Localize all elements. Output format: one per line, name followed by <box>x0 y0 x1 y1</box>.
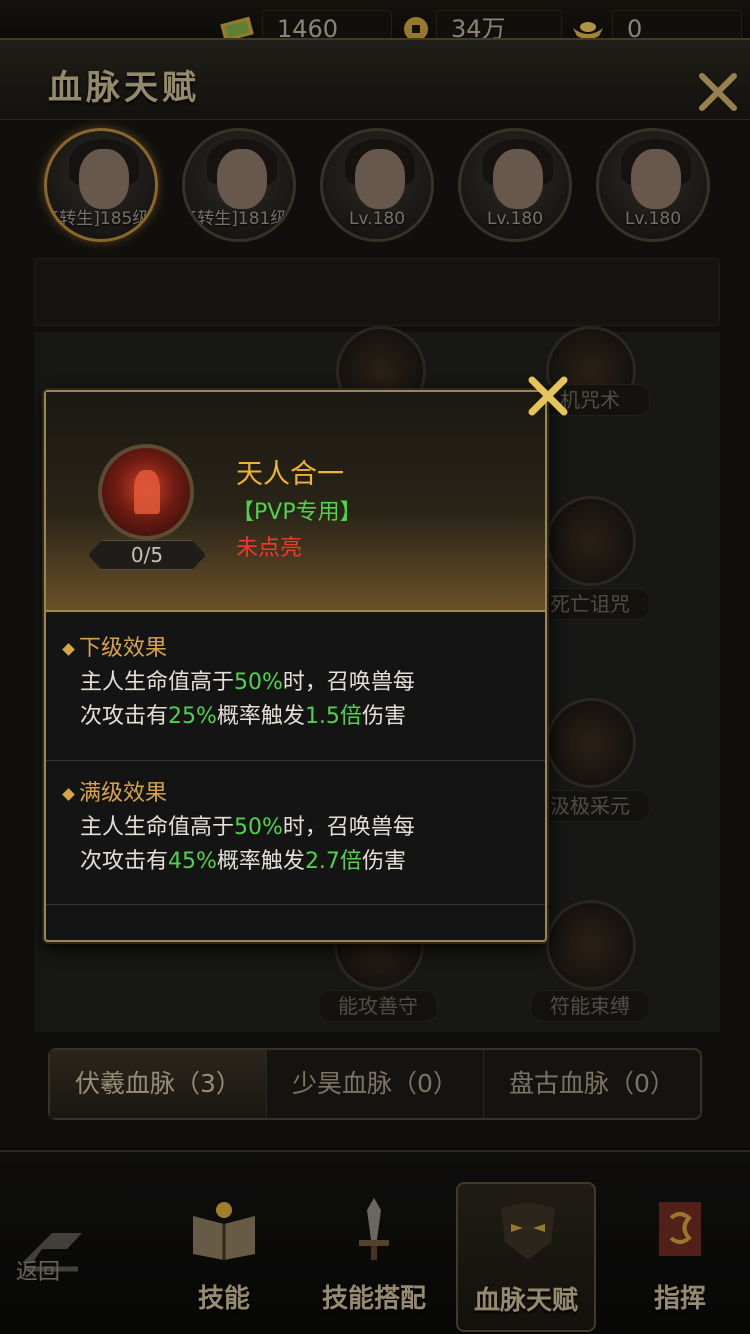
skill-name: 天人合一 <box>236 459 344 490</box>
skill-detail-popup: 0/5 天人合一 【PVP专用】 未点亮 下级效果 主人生命值高于50%时，召唤… <box>44 390 547 942</box>
effect-line: 主人生命值高于50%时，召唤兽每 <box>80 670 415 695</box>
skill-status: 未点亮 <box>236 536 303 561</box>
popup-close-icon[interactable] <box>524 372 572 420</box>
next-level-effect: 下级效果 主人生命值高于50%时，召唤兽每 次攻击有25%概率触发1.5倍伤害 <box>46 632 545 734</box>
effect-line: 主人生命值高于50%时，召唤兽每 <box>80 815 415 840</box>
max-level-effect: 满级效果 主人生命值高于50%时，召唤兽每 次攻击有45%概率触发2.7倍伤害 <box>46 777 545 879</box>
effect-line: 次攻击有25%概率触发1.5倍伤害 <box>80 704 406 729</box>
diamond-icon <box>62 642 75 656</box>
max-level-title: 满级效果 <box>79 781 168 806</box>
diamond-icon <box>62 787 75 801</box>
skill-progress: 0/5 <box>88 540 206 570</box>
skill-icon <box>98 444 194 540</box>
divider <box>46 760 545 761</box>
divider <box>46 904 545 905</box>
next-level-title: 下级效果 <box>79 636 168 661</box>
effect-line: 次攻击有45%概率触发2.7倍伤害 <box>80 849 406 874</box>
skill-header: 0/5 天人合一 【PVP专用】 未点亮 <box>46 392 545 612</box>
skill-tag: 【PVP专用】 <box>232 500 362 525</box>
